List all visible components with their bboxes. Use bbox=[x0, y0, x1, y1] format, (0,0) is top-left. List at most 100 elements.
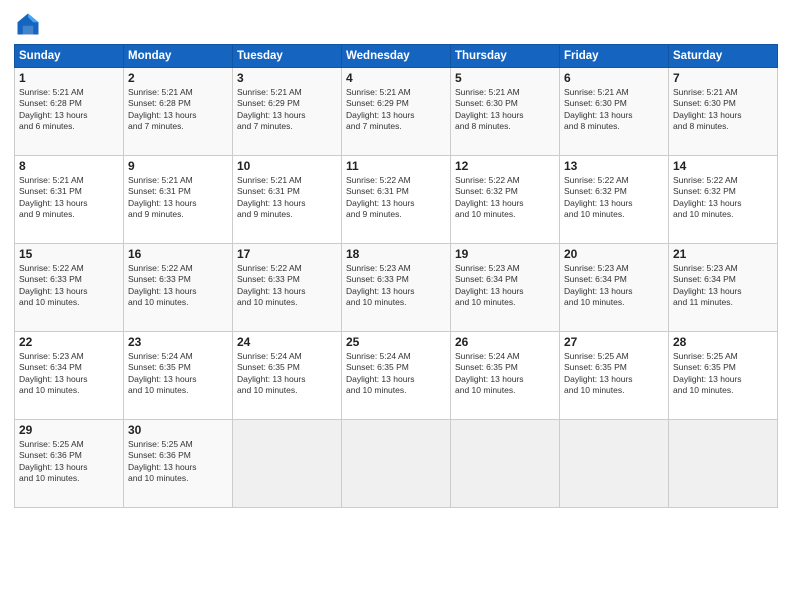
day-number: 10 bbox=[237, 159, 337, 173]
day-number: 19 bbox=[455, 247, 555, 261]
calendar-body: 1 Sunrise: 5:21 AMSunset: 6:28 PMDaylight… bbox=[15, 68, 778, 508]
cell-info: Sunrise: 5:22 AMSunset: 6:32 PMDaylight:… bbox=[455, 175, 555, 221]
day-number: 18 bbox=[346, 247, 446, 261]
day-number: 2 bbox=[128, 71, 228, 85]
page: SundayMondayTuesdayWednesdayThursdayFrid… bbox=[0, 0, 792, 612]
cell-info: Sunrise: 5:25 AMSunset: 6:36 PMDaylight:… bbox=[128, 439, 228, 485]
calendar-table: SundayMondayTuesdayWednesdayThursdayFrid… bbox=[14, 44, 778, 508]
logo bbox=[14, 10, 46, 38]
calendar-cell bbox=[451, 420, 560, 508]
calendar-cell: 1 Sunrise: 5:21 AMSunset: 6:28 PMDaylight… bbox=[15, 68, 124, 156]
cell-info: Sunrise: 5:23 AMSunset: 6:34 PMDaylight:… bbox=[673, 263, 773, 309]
calendar-cell: 28 Sunrise: 5:25 AMSunset: 6:35 PMDayligh… bbox=[669, 332, 778, 420]
cell-info: Sunrise: 5:22 AMSunset: 6:32 PMDaylight:… bbox=[564, 175, 664, 221]
day-number: 15 bbox=[19, 247, 119, 261]
day-number: 16 bbox=[128, 247, 228, 261]
weekday-header-thursday: Thursday bbox=[451, 45, 560, 68]
weekday-header-saturday: Saturday bbox=[669, 45, 778, 68]
day-number: 24 bbox=[237, 335, 337, 349]
cell-info: Sunrise: 5:21 AMSunset: 6:28 PMDaylight:… bbox=[19, 87, 119, 133]
calendar-cell: 30 Sunrise: 5:25 AMSunset: 6:36 PMDayligh… bbox=[124, 420, 233, 508]
day-number: 29 bbox=[19, 423, 119, 437]
weekday-header-monday: Monday bbox=[124, 45, 233, 68]
day-number: 13 bbox=[564, 159, 664, 173]
day-number: 30 bbox=[128, 423, 228, 437]
calendar-cell: 16Sunrise: 5:22 AMSunset: 6:33 PMDayligh… bbox=[124, 244, 233, 332]
calendar-cell: 22 Sunrise: 5:23 AMSunset: 6:34 PMDayligh… bbox=[15, 332, 124, 420]
calendar-cell: 23 Sunrise: 5:24 AMSunset: 6:35 PMDayligh… bbox=[124, 332, 233, 420]
cell-info: Sunrise: 5:25 AMSunset: 6:35 PMDaylight:… bbox=[564, 351, 664, 397]
calendar-week-2: 8 Sunrise: 5:21 AMSunset: 6:31 PMDaylight… bbox=[15, 156, 778, 244]
cell-info: Sunrise: 5:21 AMSunset: 6:28 PMDaylight:… bbox=[128, 87, 228, 133]
calendar-week-1: 1 Sunrise: 5:21 AMSunset: 6:28 PMDaylight… bbox=[15, 68, 778, 156]
cell-info: Sunrise: 5:25 AMSunset: 6:36 PMDaylight:… bbox=[19, 439, 119, 485]
calendar-week-3: 15 Sunrise: 5:22 AMSunset: 6:33 PMDayligh… bbox=[15, 244, 778, 332]
calendar-cell: 14Sunrise: 5:22 AMSunset: 6:32 PMDayligh… bbox=[669, 156, 778, 244]
calendar-cell bbox=[342, 420, 451, 508]
calendar-cell: 25Sunrise: 5:24 AMSunset: 6:35 PMDayligh… bbox=[342, 332, 451, 420]
calendar-cell: 9 Sunrise: 5:21 AMSunset: 6:31 PMDaylight… bbox=[124, 156, 233, 244]
cell-info: Sunrise: 5:21 AMSunset: 6:31 PMDaylight:… bbox=[237, 175, 337, 221]
calendar-cell: 17 Sunrise: 5:22 AMSunset: 6:33 PMDayligh… bbox=[233, 244, 342, 332]
day-number: 22 bbox=[19, 335, 119, 349]
cell-info: Sunrise: 5:25 AMSunset: 6:35 PMDaylight:… bbox=[673, 351, 773, 397]
day-number: 1 bbox=[19, 71, 119, 85]
calendar-cell bbox=[233, 420, 342, 508]
cell-info: Sunrise: 5:22 AMSunset: 6:33 PMDaylight:… bbox=[237, 263, 337, 309]
day-number: 25 bbox=[346, 335, 446, 349]
calendar-cell: 7 Sunrise: 5:21 AMSunset: 6:30 PMDaylight… bbox=[669, 68, 778, 156]
day-number: 12 bbox=[455, 159, 555, 173]
weekday-header-tuesday: Tuesday bbox=[233, 45, 342, 68]
day-number: 8 bbox=[19, 159, 119, 173]
cell-info: Sunrise: 5:24 AMSunset: 6:35 PMDaylight:… bbox=[128, 351, 228, 397]
day-number: 14 bbox=[673, 159, 773, 173]
calendar-week-4: 22 Sunrise: 5:23 AMSunset: 6:34 PMDayligh… bbox=[15, 332, 778, 420]
cell-info: Sunrise: 5:21 AMSunset: 6:30 PMDaylight:… bbox=[673, 87, 773, 133]
cell-info: Sunrise: 5:23 AMSunset: 6:34 PMDaylight:… bbox=[455, 263, 555, 309]
cell-info: Sunrise: 5:21 AMSunset: 6:29 PMDaylight:… bbox=[237, 87, 337, 133]
calendar-cell: 6Sunrise: 5:21 AMSunset: 6:30 PMDaylight… bbox=[560, 68, 669, 156]
cell-info: Sunrise: 5:21 AMSunset: 6:31 PMDaylight:… bbox=[128, 175, 228, 221]
calendar-cell bbox=[669, 420, 778, 508]
calendar-week-5: 29 Sunrise: 5:25 AMSunset: 6:36 PMDayligh… bbox=[15, 420, 778, 508]
day-number: 11 bbox=[346, 159, 446, 173]
calendar-header: SundayMondayTuesdayWednesdayThursdayFrid… bbox=[15, 45, 778, 68]
day-number: 9 bbox=[128, 159, 228, 173]
weekday-header-friday: Friday bbox=[560, 45, 669, 68]
calendar-cell: 26Sunrise: 5:24 AMSunset: 6:35 PMDayligh… bbox=[451, 332, 560, 420]
day-number: 5 bbox=[455, 71, 555, 85]
weekday-header-sunday: Sunday bbox=[15, 45, 124, 68]
day-number: 28 bbox=[673, 335, 773, 349]
cell-info: Sunrise: 5:21 AMSunset: 6:30 PMDaylight:… bbox=[455, 87, 555, 133]
calendar-cell: 2 Sunrise: 5:21 AMSunset: 6:28 PMDaylight… bbox=[124, 68, 233, 156]
day-number: 3 bbox=[237, 71, 337, 85]
calendar-cell: 10 Sunrise: 5:21 AMSunset: 6:31 PMDayligh… bbox=[233, 156, 342, 244]
logo-icon bbox=[14, 10, 42, 38]
day-number: 17 bbox=[237, 247, 337, 261]
weekday-header-wednesday: Wednesday bbox=[342, 45, 451, 68]
calendar-cell: 5 Sunrise: 5:21 AMSunset: 6:30 PMDaylight… bbox=[451, 68, 560, 156]
calendar-cell: 15Sunrise: 5:22 AMSunset: 6:33 PMDayligh… bbox=[15, 244, 124, 332]
calendar-cell: 29 Sunrise: 5:25 AMSunset: 6:36 PMDayligh… bbox=[15, 420, 124, 508]
calendar-cell: 8Sunrise: 5:21 AMSunset: 6:31 PMDaylight… bbox=[15, 156, 124, 244]
day-number: 7 bbox=[673, 71, 773, 85]
calendar-cell: 18 Sunrise: 5:23 AMSunset: 6:33 PMDayligh… bbox=[342, 244, 451, 332]
day-number: 4 bbox=[346, 71, 446, 85]
cell-info: Sunrise: 5:22 AMSunset: 6:31 PMDaylight:… bbox=[346, 175, 446, 221]
day-number: 21 bbox=[673, 247, 773, 261]
calendar-cell bbox=[560, 420, 669, 508]
cell-info: Sunrise: 5:23 AMSunset: 6:34 PMDaylight:… bbox=[19, 351, 119, 397]
calendar-cell: 24Sunrise: 5:24 AMSunset: 6:35 PMDayligh… bbox=[233, 332, 342, 420]
calendar-cell: 20Sunrise: 5:23 AMSunset: 6:34 PMDayligh… bbox=[560, 244, 669, 332]
day-number: 6 bbox=[564, 71, 664, 85]
day-number: 23 bbox=[128, 335, 228, 349]
day-number: 26 bbox=[455, 335, 555, 349]
calendar-cell: 27Sunrise: 5:25 AMSunset: 6:35 PMDayligh… bbox=[560, 332, 669, 420]
cell-info: Sunrise: 5:21 AMSunset: 6:29 PMDaylight:… bbox=[346, 87, 446, 133]
cell-info: Sunrise: 5:23 AMSunset: 6:33 PMDaylight:… bbox=[346, 263, 446, 309]
calendar-cell: 12 Sunrise: 5:22 AMSunset: 6:32 PMDayligh… bbox=[451, 156, 560, 244]
calendar-cell: 21 Sunrise: 5:23 AMSunset: 6:34 PMDayligh… bbox=[669, 244, 778, 332]
calendar-cell: 3 Sunrise: 5:21 AMSunset: 6:29 PMDaylight… bbox=[233, 68, 342, 156]
calendar-cell: 4 Sunrise: 5:21 AMSunset: 6:29 PMDaylight… bbox=[342, 68, 451, 156]
calendar-cell: 19 Sunrise: 5:23 AMSunset: 6:34 PMDayligh… bbox=[451, 244, 560, 332]
